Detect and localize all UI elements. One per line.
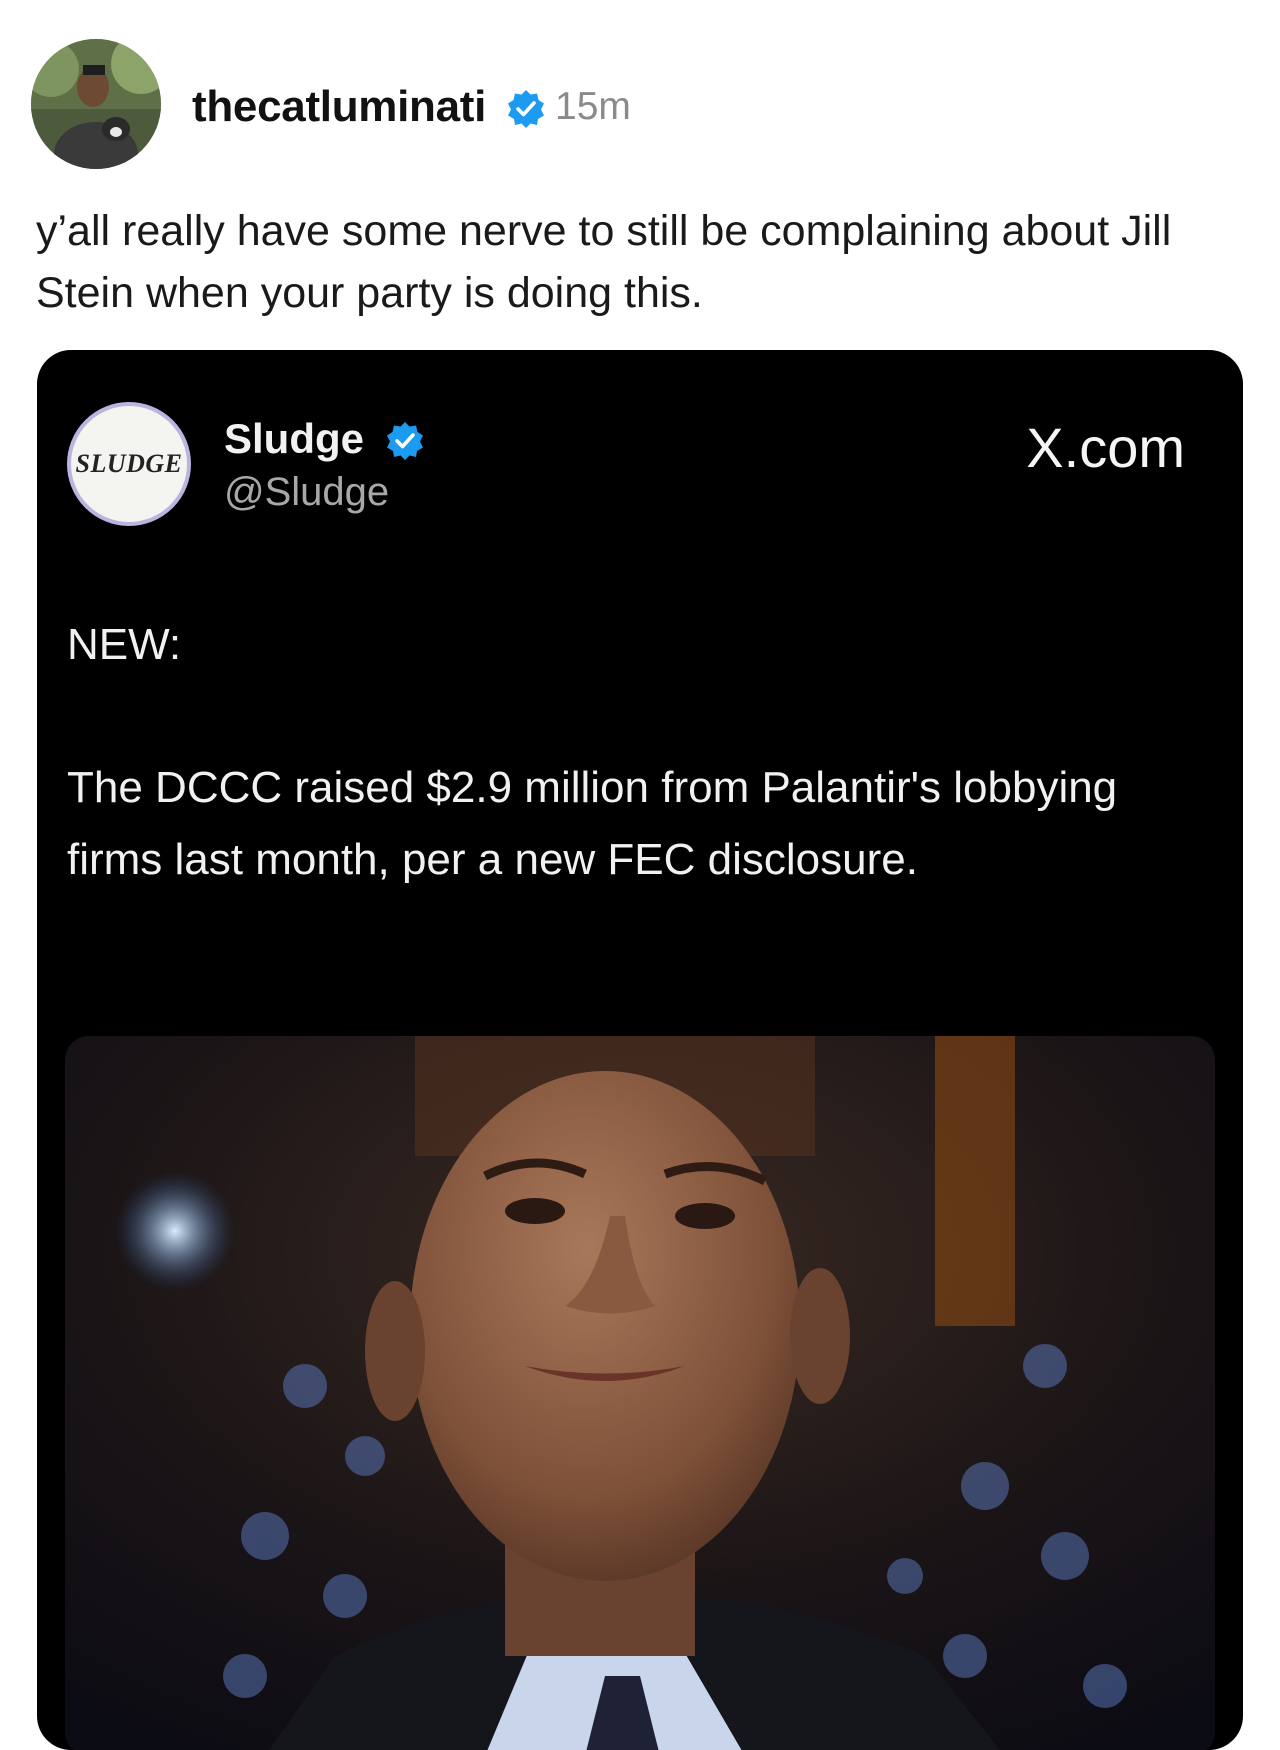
sludge-avatar[interactable]: SLUDGE	[67, 402, 191, 526]
timestamp: 15m	[555, 85, 631, 128]
sludge-logo-text: SLUDGE	[75, 449, 183, 478]
embed-account-handle[interactable]: @Sludge	[224, 470, 389, 515]
site-label[interactable]: X.com	[1026, 415, 1185, 480]
embedded-post-card[interactable]: SLUDGE Sludge @Sludge X.com NEW: The DCC…	[37, 350, 1243, 1750]
user-avatar[interactable]	[31, 39, 161, 169]
embed-text-body: The DCCC raised $2.9 million from Palant…	[67, 763, 1118, 884]
verified-badge-icon	[387, 422, 423, 460]
embed-account-name[interactable]: Sludge	[224, 415, 364, 463]
embed-text-heading: NEW:	[67, 620, 182, 669]
post-text: y’all really have some nerve to still be…	[36, 207, 1172, 317]
news-photo[interactable]	[65, 1036, 1215, 1750]
username[interactable]: thecatluminati	[192, 82, 486, 132]
verified-badge-icon	[508, 90, 544, 128]
post-header: thecatluminati 15m	[31, 39, 1231, 169]
